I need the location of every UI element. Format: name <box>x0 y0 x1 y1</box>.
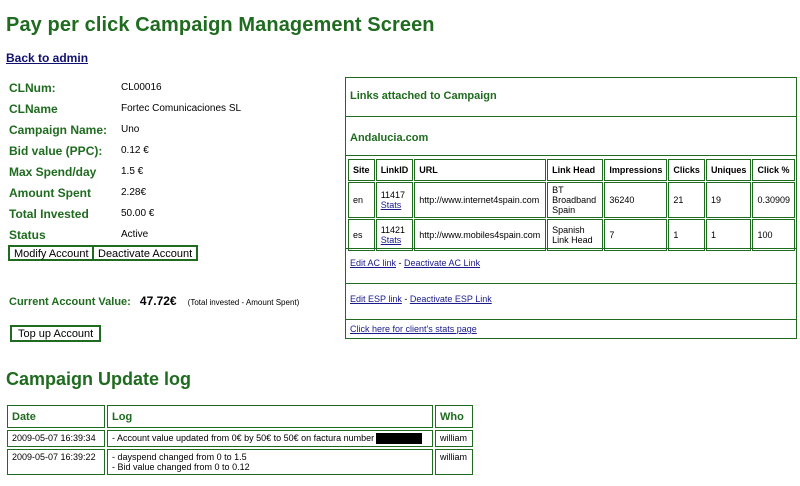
log-header-row: Date Log Who <box>7 405 473 428</box>
col-click-pct: Click % <box>752 159 795 181</box>
col-linkid: LinkID <box>375 159 414 181</box>
link-id: 11417 <box>380 190 406 200</box>
col-uniques: Uniques <box>705 159 752 181</box>
links-header-row: Site LinkID URL Link Head Impressions Cl… <box>348 159 795 181</box>
info-row: Amount Spent 2.28€ <box>5 182 245 203</box>
col-who: Who <box>435 405 473 428</box>
cell-click-pct: 0.30909 <box>752 182 795 218</box>
col-log: Log <box>107 405 433 428</box>
amount-spent-label: Amount Spent <box>9 185 91 200</box>
log-who: william <box>435 430 473 448</box>
campaign-name-label: Campaign Name: <box>9 122 108 137</box>
cell-linkid: 11417 Stats <box>375 182 414 218</box>
col-url: URL <box>414 159 547 181</box>
deactivate-account-button[interactable]: Deactivate Account <box>92 245 199 261</box>
col-link-head: Link Head <box>547 159 604 181</box>
total-invested-value: 50.00 € <box>121 208 155 219</box>
clname-label: CLName <box>9 101 58 116</box>
redacted-block <box>376 433 423 445</box>
cell-uniques: 19 <box>705 182 752 218</box>
links-panel: Links attached to Campaign Andalucia.com… <box>345 77 797 339</box>
col-impressions: Impressions <box>604 159 668 181</box>
col-clicks: Clicks <box>668 159 705 181</box>
info-row: CLNum: CL00016 <box>5 77 245 98</box>
current-value-label: Current Account Value: <box>9 296 131 308</box>
deactivate-ac-link[interactable]: Deactivate AC Link <box>404 258 480 268</box>
clnum-value: CL00016 <box>121 82 162 93</box>
amount-spent-value: 2.28€ <box>121 187 147 198</box>
esp-link-actions: Edit ESP link - Deactivate ESP Link <box>346 284 796 320</box>
separator: - <box>396 258 405 268</box>
info-row: Total Invested 50.00 € <box>5 203 245 224</box>
current-account-value: Current Account Value: 47.72€ (Total inv… <box>9 294 299 308</box>
max-spend-value: 1.5 € <box>121 166 144 177</box>
col-date: Date <box>7 405 105 428</box>
max-spend-label: Max Spend/day <box>9 164 97 179</box>
clnum-label: CLNum: <box>9 80 56 95</box>
table-row: es 11421 Stats http://www.mobiles4spain.c… <box>348 219 795 251</box>
cell-url: http://www.internet4spain.com <box>414 182 547 218</box>
cell-link-head: BT Broadband Spain <box>547 182 604 218</box>
client-stats-page-link[interactable]: Click here for client's stats page <box>350 324 477 334</box>
cell-clicks: 21 <box>668 182 705 218</box>
stats-link[interactable]: Stats <box>381 235 402 245</box>
modify-account-button[interactable]: Modify Account <box>8 245 95 261</box>
info-row: Campaign Name: Uno <box>5 119 245 140</box>
cell-site: es <box>348 219 375 251</box>
cell-uniques: 1 <box>705 219 752 251</box>
log-line: - dayspend changed from 0 to 1.5 <box>112 452 247 463</box>
account-info-table: CLNum: CL00016 CLName Fortec Comunicacione… <box>5 77 245 245</box>
links-panel-title: Links attached to Campaign <box>346 78 796 117</box>
log-entry: - Account value updated from 0€ by 50€ t… <box>107 430 433 448</box>
info-row: Max Spend/day 1.5 € <box>5 161 245 182</box>
log-line: - Account value updated from 0€ by 50€ t… <box>112 433 375 443</box>
campaign-name-value: Uno <box>121 124 140 135</box>
total-invested-label: Total Invested <box>9 206 89 221</box>
campaign-site-name: Andalucia.com <box>346 117 796 156</box>
separator: - <box>401 294 410 304</box>
col-site: Site <box>348 159 375 181</box>
stats-link[interactable]: Stats <box>381 200 402 210</box>
update-log-title: Campaign Update log <box>6 369 192 389</box>
back-to-admin-link[interactable]: Back to admin <box>6 51 88 65</box>
cell-impressions: 36240 <box>604 182 668 218</box>
log-date: 2009-05-07 16:39:22 <box>7 449 105 476</box>
clname-value: Fortec Comunicaciones SL <box>121 103 242 114</box>
cell-impressions: 7 <box>604 219 668 251</box>
table-row: 2009-05-07 16:39:34 - Account value upda… <box>7 430 473 448</box>
table-row: 2009-05-07 16:39:22 - dayspend changed f… <box>7 449 473 476</box>
log-date: 2009-05-07 16:39:34 <box>7 430 105 448</box>
top-up-account-button[interactable]: Top up Account <box>10 325 102 342</box>
current-value-note: (Total invested - Amount Spent) <box>187 298 300 307</box>
log-line: - Bid value changed from 0 to 0.12 <box>112 462 250 473</box>
cell-link-head: Spanish Link Head <box>547 219 604 251</box>
ac-link-actions: Edit AC link - Deactivate AC Link <box>346 248 796 284</box>
log-entry: - dayspend changed from 0 to 1.5- Bid va… <box>107 449 433 476</box>
links-table: Site LinkID URL Link Head Impressions Cl… <box>347 158 796 252</box>
link-id: 11421 <box>380 225 406 235</box>
status-label: Status <box>9 227 46 242</box>
edit-esp-link[interactable]: Edit ESP link <box>350 294 402 304</box>
info-row: Bid value (PPC): 0.12 € <box>5 140 245 161</box>
cell-linkid: 11421 Stats <box>375 219 414 251</box>
deactivate-esp-link[interactable]: Deactivate ESP Link <box>410 294 492 304</box>
table-row: en 11417 Stats http://www.internet4spain.… <box>348 182 795 218</box>
stats-page-row: Click here for client's stats page <box>346 320 796 340</box>
cell-site: en <box>348 182 375 218</box>
bid-value-label: Bid value (PPC): <box>9 143 103 158</box>
status-value: Active <box>121 229 149 240</box>
current-value-amount: 47.72€ <box>139 294 177 308</box>
log-who: william <box>435 449 473 476</box>
bid-value-value: 0.12 € <box>121 145 149 156</box>
cell-url: http://www.mobiles4spain.com <box>414 219 547 251</box>
info-row: CLName Fortec Comunicaciones SL <box>5 98 245 119</box>
cell-click-pct: 100 <box>752 219 795 251</box>
cell-clicks: 1 <box>668 219 705 251</box>
update-log-table: Date Log Who 2009-05-07 16:39:34 - Accou… <box>5 403 475 477</box>
info-row: Status Active <box>5 224 245 245</box>
edit-ac-link[interactable]: Edit AC link <box>350 258 396 268</box>
page-title: Pay per click Campaign Management Screen <box>6 14 435 36</box>
